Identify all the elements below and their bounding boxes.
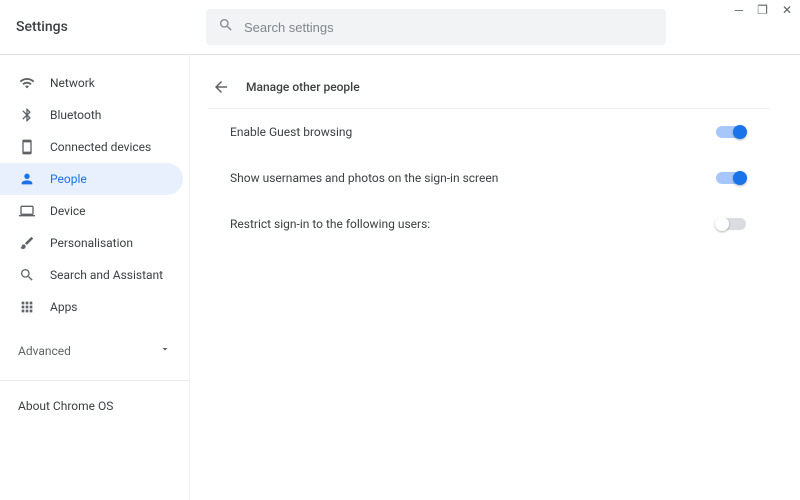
- window-controls: ─ ❐ ✕: [735, 4, 792, 16]
- page-title: Manage other people: [246, 80, 360, 94]
- wifi-icon: [18, 75, 36, 91]
- setting-show-usernames: Show usernames and photos on the sign-in…: [208, 155, 770, 201]
- setting-label: Restrict sign-in to the following users:: [230, 217, 430, 231]
- toggle-restrict-signin[interactable]: [716, 218, 746, 230]
- sidebar-item-bluetooth[interactable]: Bluetooth: [0, 99, 183, 131]
- minimize-button[interactable]: ─: [735, 4, 744, 16]
- advanced-label: Advanced: [18, 344, 71, 358]
- laptop-icon: [18, 203, 36, 219]
- sidebar-item-connected-devices[interactable]: Connected devices: [0, 131, 183, 163]
- sidebar-item-personalisation[interactable]: Personalisation: [0, 227, 183, 259]
- sidebar-item-label: Connected devices: [50, 140, 151, 154]
- sidebar-item-label: Device: [50, 204, 86, 218]
- bluetooth-icon: [18, 107, 36, 123]
- about-label: About Chrome OS: [18, 399, 113, 413]
- sidebar-item-label: Network: [50, 76, 95, 90]
- main-content: Manage other people Enable Guest browsin…: [190, 55, 800, 500]
- search-icon: [218, 17, 234, 37]
- person-icon: [18, 171, 36, 187]
- sidebar-item-label: Apps: [50, 300, 78, 314]
- sidebar-item-label: People: [50, 172, 87, 186]
- sidebar-item-network[interactable]: Network: [0, 67, 183, 99]
- advanced-toggle[interactable]: Advanced: [0, 329, 189, 372]
- back-button[interactable]: [212, 78, 230, 96]
- sidebar: Network Bluetooth Connected devices Peop…: [0, 55, 190, 500]
- app-header: Settings: [0, 0, 800, 55]
- setting-guest-browsing: Enable Guest browsing: [208, 109, 770, 155]
- maximize-button[interactable]: ❐: [757, 4, 768, 16]
- sidebar-item-apps[interactable]: Apps: [0, 291, 183, 323]
- apps-icon: [18, 299, 36, 315]
- setting-label: Show usernames and photos on the sign-in…: [230, 171, 498, 185]
- search-small-icon: [18, 267, 36, 283]
- sidebar-item-label: Bluetooth: [50, 108, 101, 122]
- search-input[interactable]: [244, 20, 654, 35]
- sidebar-divider: [0, 380, 189, 381]
- search-box[interactable]: [206, 9, 666, 45]
- setting-restrict-signin: Restrict sign-in to the following users:: [208, 201, 770, 247]
- setting-label: Enable Guest browsing: [230, 125, 352, 139]
- toggle-guest-browsing[interactable]: [716, 126, 746, 138]
- phone-icon: [18, 139, 36, 155]
- toggle-show-usernames[interactable]: [716, 172, 746, 184]
- sidebar-item-label: Personalisation: [50, 236, 133, 250]
- about-link[interactable]: About Chrome OS: [0, 389, 189, 423]
- app-title: Settings: [16, 19, 206, 35]
- brush-icon: [18, 235, 36, 251]
- sidebar-item-search-assistant[interactable]: Search and Assistant: [0, 259, 183, 291]
- sidebar-item-label: Search and Assistant: [50, 268, 163, 282]
- page-header: Manage other people: [208, 65, 770, 109]
- sidebar-item-device[interactable]: Device: [0, 195, 183, 227]
- sidebar-item-people[interactable]: People: [0, 163, 183, 195]
- close-button[interactable]: ✕: [782, 4, 792, 16]
- arrow-left-icon: [212, 78, 230, 96]
- chevron-down-icon: [159, 343, 171, 358]
